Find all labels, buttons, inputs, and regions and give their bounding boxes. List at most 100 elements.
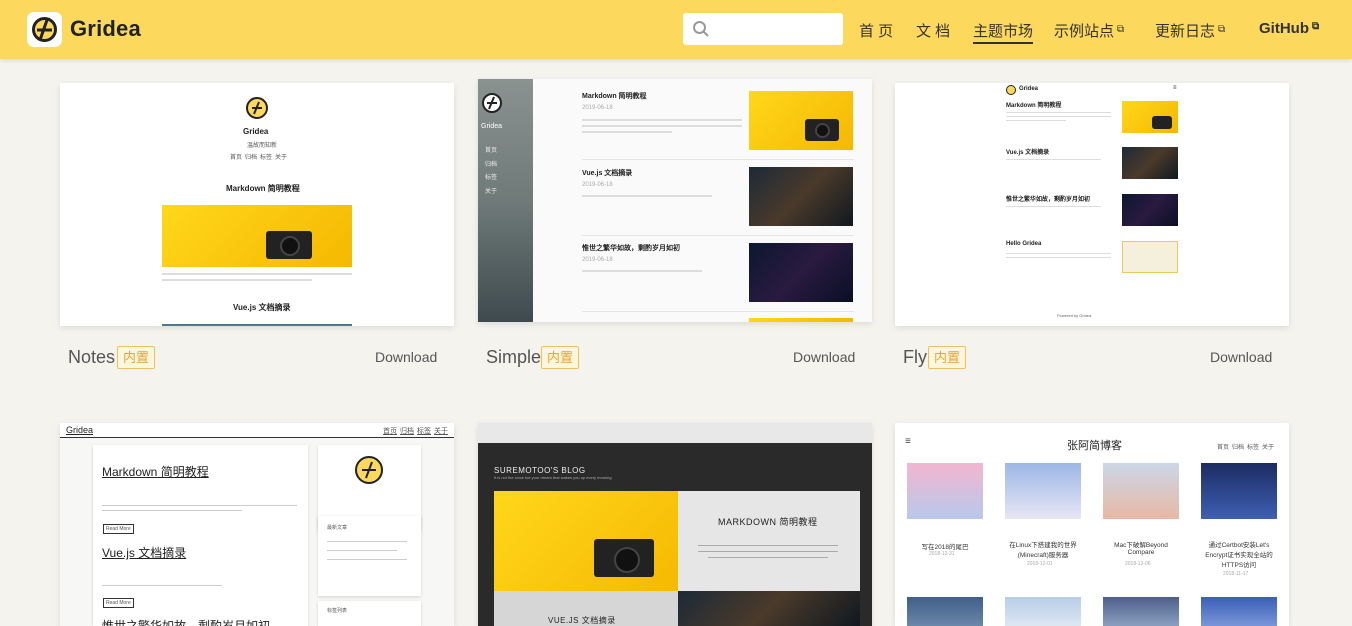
preview-nav-item: 关于 — [275, 155, 288, 161]
divider — [582, 311, 854, 312]
preview-post-image — [1005, 463, 1081, 519]
preview-date: 2019-06-18 — [582, 257, 613, 263]
preview-text-line — [698, 545, 838, 546]
preview-post-title: VUE.JS 文档摘录 — [548, 616, 616, 625]
preview-text-line — [1006, 206, 1101, 207]
theme-name: Simple — [486, 347, 542, 367]
preview-date: 2018-11-17 — [1223, 571, 1249, 577]
download-button[interactable]: Download — [375, 349, 437, 365]
preview-post-title: Vue.js 文档摘录 — [582, 170, 633, 177]
theme-card-notes[interactable]: Gridea 温故而知新 首页 归档 标签 关于 Markdown 简明教程 V… — [60, 83, 454, 326]
preview-post-image — [907, 597, 983, 626]
preview-nav-item: 关于 — [434, 428, 448, 435]
search-box[interactable] — [683, 13, 843, 45]
menu-icon: ≡ — [905, 436, 911, 447]
preview-post-title: Markdown 简明教程 — [102, 465, 209, 479]
builtin-badge: 内置 — [928, 346, 967, 369]
preview-text-line — [1006, 120, 1066, 121]
preview-post-image — [1201, 597, 1277, 626]
nav-docs[interactable]: 文 档 — [916, 20, 950, 41]
preview-logo-icon — [1006, 85, 1016, 95]
preview-post-title: Hello Gridea — [1006, 241, 1042, 247]
theme-card-fly[interactable]: Gridea ≡ Markdown 简明教程 Vue.js 文档摘录 惟世之繁华… — [895, 83, 1289, 326]
preview-post-title: 在Linux下搭建我的世界(Minecraft)服务器 — [1009, 542, 1077, 559]
preview-post-image — [749, 167, 853, 226]
preview-text-line — [327, 550, 397, 551]
preview-logo-icon — [482, 93, 502, 113]
preview-post-image — [1201, 463, 1277, 519]
top-header: Gridea 首 页 文 档 主题市场 示例站点 ⧉ 更新日志 ⧉ GitHub ⧉ — [0, 0, 1352, 59]
preview-brand: Gridea — [1019, 86, 1039, 92]
preview-post-title: Mac下破解Beyond Compare — [1114, 542, 1168, 556]
gridea-logo-icon[interactable] — [27, 12, 62, 47]
preview-post-image — [1103, 463, 1179, 519]
preview-post-image — [1005, 597, 1081, 626]
preview-nav-item: 首页 — [1217, 445, 1230, 451]
builtin-badge: 内置 — [117, 346, 156, 369]
preview-date: 2018-12-06 — [1125, 561, 1151, 567]
preview-text-line — [162, 279, 312, 281]
divider — [582, 159, 854, 160]
preview-post-title: 惟世之繁华如故，剩酌岁月如初 — [1006, 197, 1091, 203]
preview-post-title: 惟世之繁华如故，剩酌岁月如初 — [582, 245, 680, 252]
theme-card-simple[interactable]: Gridea 首页 归档 标签 关于 Markdown 简明教程 2019-06… — [478, 79, 872, 322]
preview-nav-item: 归档 — [485, 162, 498, 168]
preview-text-line — [582, 195, 712, 197]
preview-post-title: Markdown 简明教程 — [226, 184, 300, 193]
builtin-badge: 内置 — [541, 346, 580, 369]
preview-footer: Powered by Gridea — [1057, 313, 1092, 318]
preview-nav-item: 标签 — [1247, 445, 1260, 451]
preview-post-image — [678, 591, 860, 626]
preview-brand: Gridea — [243, 127, 269, 136]
preview-date: 2019-06-18 — [582, 182, 613, 188]
preview-nav-item: 关于 — [485, 189, 498, 195]
nav-changelog-label: 更新日志 — [1155, 23, 1216, 40]
preview-date: 2019-06-18 — [582, 105, 613, 111]
preview-post-title: Markdown 简明教程 — [582, 93, 647, 100]
download-button[interactable]: Download — [1210, 349, 1272, 365]
nav-home[interactable]: 首 页 — [859, 20, 893, 41]
preview-nav-item: 首页 — [230, 155, 243, 161]
preview-text-line — [1006, 257, 1111, 258]
preview-text-line — [708, 557, 828, 558]
preview-post-summary — [678, 491, 860, 601]
preview-text-line — [327, 541, 407, 542]
preview-text-line — [1006, 116, 1111, 117]
nav-example-sites[interactable]: 示例站点 ⧉ — [1054, 20, 1124, 41]
preview-post-image — [1103, 597, 1179, 626]
preview-brand: 张阿简博客 — [1067, 440, 1122, 452]
theme-card-handwritten[interactable]: Gridea 首页 归档 标签 关于 Markdown 简明教程 Read Mo… — [60, 423, 454, 626]
preview-text-line — [102, 585, 222, 586]
nav-changelog[interactable]: 更新日志 ⧉ — [1155, 20, 1225, 41]
preview-nav-item: 归档 — [400, 428, 414, 435]
preview-text-line — [102, 510, 242, 511]
read-more-button[interactable]: Read More — [103, 524, 134, 534]
preview-post-image — [749, 91, 853, 150]
nav-theme-market[interactable]: 主题市场 — [973, 20, 1034, 44]
preview-nav-item: 首页 — [383, 428, 397, 435]
read-more-button[interactable]: Read More — [103, 598, 134, 608]
external-link-icon: ⧉ — [1218, 24, 1226, 35]
theme-name: Notes — [68, 347, 116, 367]
nav-docs-label: 文 档 — [916, 23, 951, 40]
preview-text-line — [582, 270, 702, 272]
download-button[interactable]: Download — [793, 349, 855, 365]
preview-post-title: Markdown 简明教程 — [1006, 103, 1062, 109]
preview-post-title: Vue.js 文档摘录 — [102, 546, 187, 560]
theme-card-zhang[interactable]: ≡ 张阿简博客 首页 归档 标签 关于 写在2018的尾巴 在Linux下搭建我… — [895, 423, 1289, 626]
search-input[interactable] — [719, 19, 835, 39]
preview-side-title: 最新文章 — [327, 525, 348, 531]
theme-card-suremotoo[interactable]: SUREMOTOO'S BLOG It is not the clock but… — [478, 423, 872, 626]
menu-icon: ≡ — [1173, 85, 1177, 91]
brand-name[interactable]: Gridea — [70, 16, 141, 42]
preview-post-image — [162, 205, 352, 267]
nav-home-label: 首 页 — [859, 23, 894, 40]
preview-text-line — [102, 505, 297, 506]
preview-desc: 温故而知新 — [247, 143, 278, 149]
preview-text-line — [1006, 112, 1111, 113]
search-icon — [693, 21, 709, 37]
preview-post-title: 写在2018的尾巴 — [921, 544, 969, 551]
preview-text-line — [162, 273, 352, 275]
nav-github[interactable]: GitHub ⧉ — [1259, 20, 1319, 37]
preview-post-image — [1122, 194, 1178, 226]
